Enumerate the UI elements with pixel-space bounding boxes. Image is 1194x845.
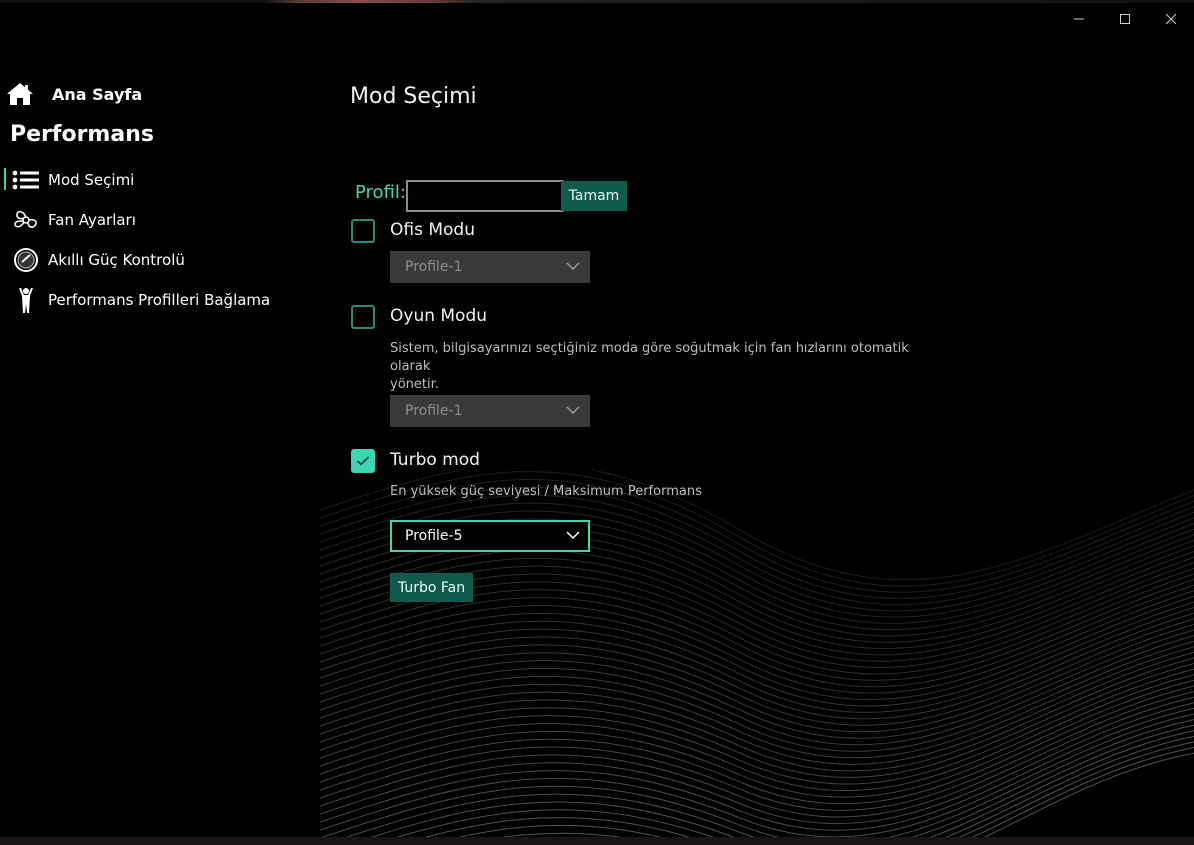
wave-line [320,635,1194,746]
close-button[interactable] [1148,8,1194,30]
sidebar-item-label: Fan Ayarları [48,211,136,229]
fan-icon [11,207,41,233]
wave-line [320,657,1194,772]
home-icon [7,83,33,105]
oyun-modu-profile-select[interactable]: Profile-1 [390,395,590,427]
wave-line [320,629,1194,739]
wave-line [320,668,1194,785]
wave-line [370,735,1194,845]
wave-line [320,713,1194,838]
profile-label: Profil: [355,182,406,203]
wave-line [457,752,1194,845]
wave-line [320,595,1194,700]
desktop-background-strip [0,0,1194,3]
gauge-icon [11,247,41,273]
person-icon [11,287,41,313]
profile-name-input[interactable] [406,180,564,212]
oyun-modu-checkbox[interactable] [351,305,375,329]
sidebar-item-fan-ayarlari[interactable]: Fan Ayarları [0,204,136,236]
wave-line [424,747,1194,845]
turbo-mod-checkbox[interactable] [351,449,375,473]
sidebar-item-performans-profilleri[interactable]: Performans Profilleri Bağlama [0,284,270,316]
wave-line [320,707,1194,831]
home-nav-item[interactable]: Ana Sayfa [6,82,142,106]
checkmark-icon [356,456,370,466]
turbo-mod-label: Turbo mod [390,450,480,470]
wave-line [320,607,1194,713]
chevron-down-icon [566,406,580,415]
ofis-modu-checkbox[interactable] [351,219,375,243]
turbo-fan-button[interactable]: Turbo Fan [390,573,473,602]
wave-line [320,663,1194,778]
oyun-modu-description-line1: Sistem, bilgisayarınızı seçtiğiniz moda … [390,341,909,374]
minimize-button[interactable] [1056,8,1102,30]
sidebar-item-label: Akıllı Güç Kontrolü [48,251,185,269]
wave-line [320,646,1194,759]
window-controls [1056,8,1194,30]
wave-line [320,679,1194,798]
oyun-modu-description: Sistem, bilgisayarınızı seçtiğiniz moda … [390,340,950,394]
sidebar-item-label: Mod Seçimi [48,171,135,189]
chevron-down-icon [566,531,580,540]
select-value: Profile-1 [405,403,463,419]
wave-line [321,724,1194,845]
wave-line [320,691,1194,811]
turbo-mod-description: En yüksek güç seviyesi / Maksimum Perfor… [390,484,702,499]
wave-line [320,601,1194,707]
wave-line [320,674,1194,792]
wave-line [345,730,1194,845]
wave-line [396,741,1194,845]
page-title: Mod Seçimi [350,84,477,109]
oyun-modu-label: Oyun Modu [390,306,488,326]
wave-line [320,612,1194,720]
wave-line [320,640,1194,752]
wave-line [320,651,1194,765]
minimize-icon [1074,18,1084,20]
ofis-modu-label: Ofis Modu [390,220,475,240]
sidebar-item-label: Performans Profilleri Bağlama [48,291,271,309]
oyun-modu-description-line2: yönetir. [390,377,439,392]
section-title: Performans [10,122,154,147]
home-label: Ana Sayfa [52,84,143,104]
maximize-button[interactable] [1102,8,1148,30]
sidebar-item-mod-secimi[interactable]: Mod Seçimi [0,164,134,196]
wave-line [320,719,1194,845]
list-icon [11,167,41,193]
close-icon [1165,13,1177,25]
turbo-mod-profile-select[interactable]: Profile-5 [390,520,590,552]
select-value: Profile-5 [405,528,463,544]
maximize-icon [1120,14,1130,24]
wave-line [320,685,1194,805]
wave-line [320,556,1194,656]
select-value: Profile-1 [405,259,463,275]
taskbar-edge [0,837,1194,845]
wave-line [320,623,1194,733]
ofis-modu-profile-select[interactable]: Profile-1 [390,251,590,283]
wave-line [320,696,1194,818]
wave-line [320,618,1194,726]
app-window: Ana Sayfa Performans Mod Seçimi Fan Ayar… [0,0,1194,845]
wave-line [320,590,1194,694]
wave-line [320,702,1194,825]
tamam-button[interactable]: Tamam [561,181,627,211]
chevron-down-icon [566,262,580,271]
sidebar-item-akilli-guc-kontrolu[interactable]: Akıllı Güç Kontrolü [0,244,185,276]
